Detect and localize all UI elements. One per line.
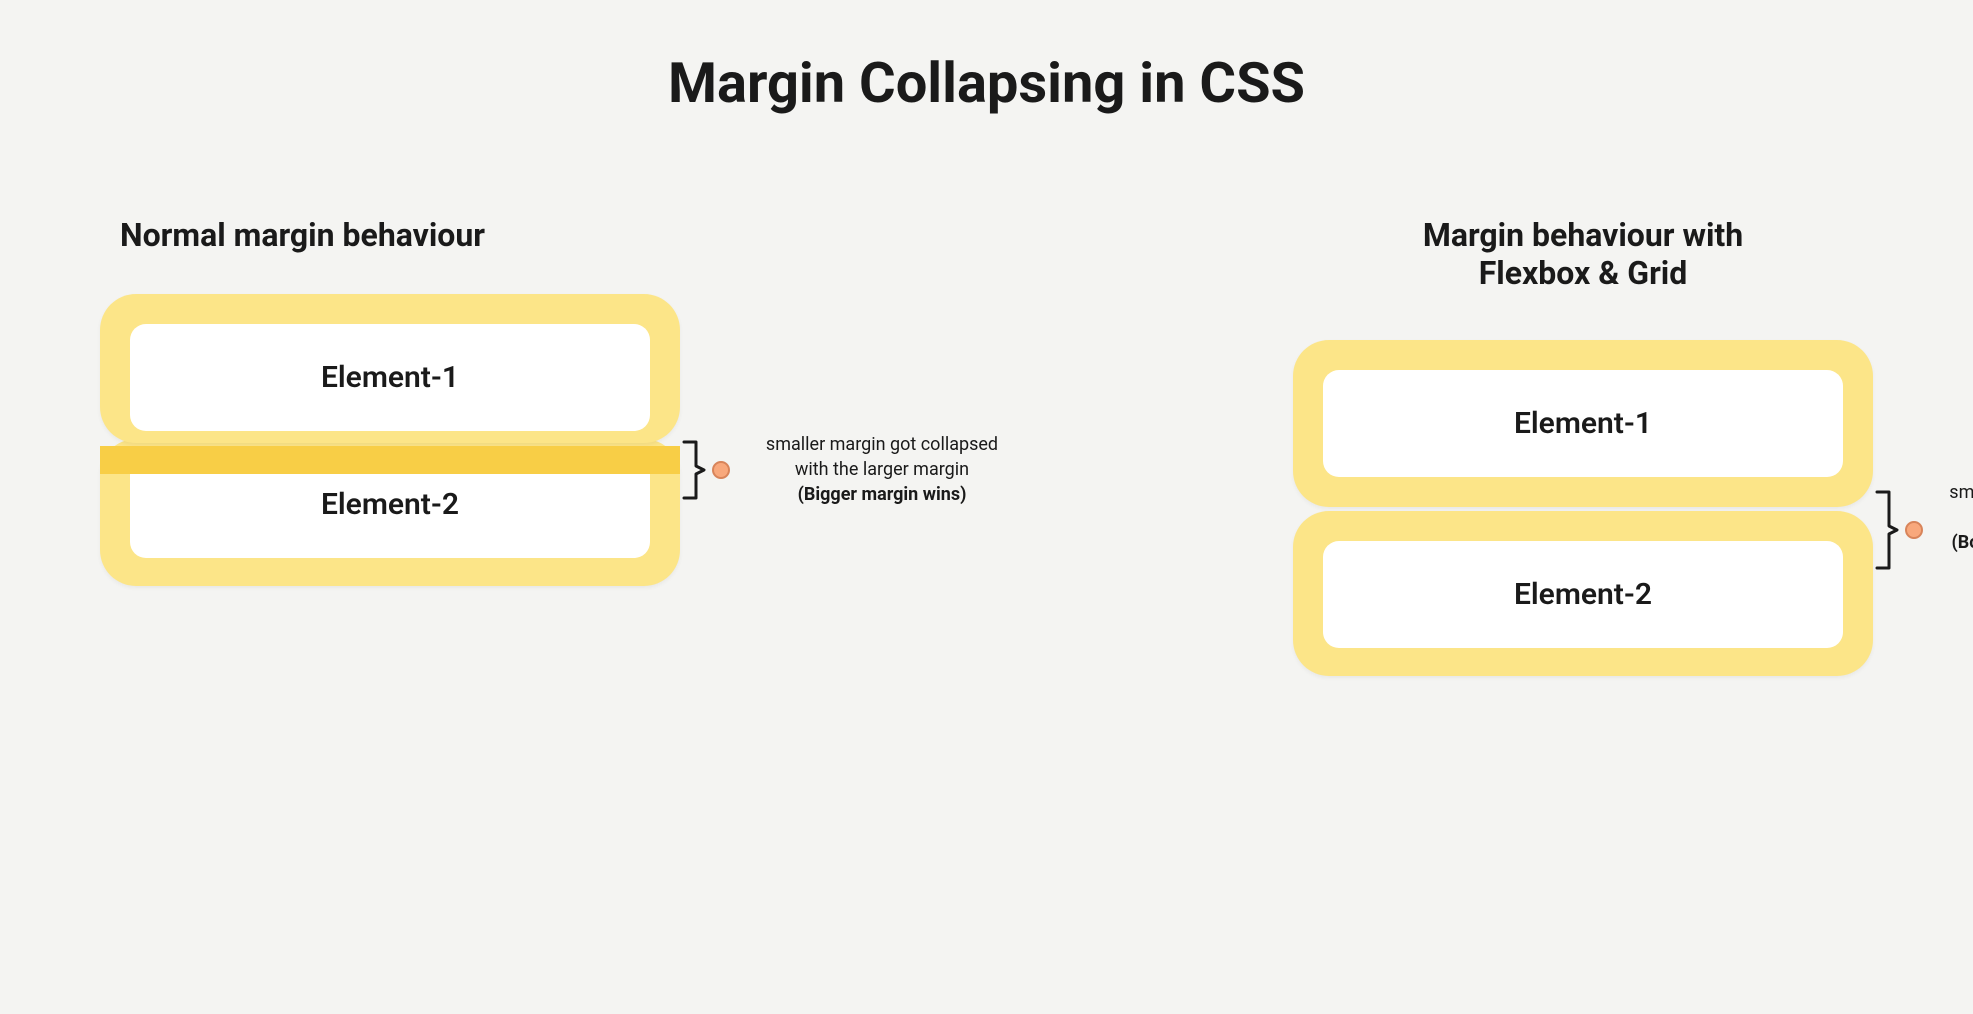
right-outer-box-top: Element-1 — [1293, 340, 1873, 507]
callout-text-bold: (Both margin values get added — [1951, 532, 1973, 553]
normal-margin-diagram: Normal margin behaviour Element-1 Elemen… — [100, 216, 680, 676]
right-outer-box-bottom: Element-2 — [1293, 511, 1873, 676]
left-element-1: Element-1 — [130, 324, 650, 431]
bracket-icon — [682, 440, 706, 500]
left-callout: smaller margin got collapsed with the la… — [682, 432, 1022, 508]
right-element-1: Element-1 — [1323, 370, 1843, 477]
right-subtitle: Margin behaviour with Flexbox & Grid — [1293, 216, 1873, 292]
callout-text-line: with the larger margin — [795, 459, 969, 480]
page-title: Margin Collapsing in CSS — [60, 50, 1913, 116]
bracket-icon — [1875, 490, 1899, 570]
left-callout-text: smaller margin got collapsed with the la… — [742, 432, 1022, 508]
diagrams-container: Normal margin behaviour Element-1 Elemen… — [60, 216, 1913, 676]
right-callout-text: smaller margin gets added with the large… — [1935, 480, 1973, 581]
callout-text-bold: (Bigger margin wins) — [798, 484, 967, 505]
left-box-stack: Element-1 Element-2 smaller margin got c… — [100, 294, 680, 586]
right-element-2: Element-2 — [1323, 541, 1843, 648]
collapsed-margin-bar — [100, 446, 680, 474]
callout-dot-icon — [712, 461, 730, 479]
left-outer-box-top: Element-1 — [100, 294, 680, 443]
left-subtitle: Normal margin behaviour — [100, 216, 680, 254]
right-box-stack: Element-1 Element-2 smaller margin gets … — [1293, 340, 1873, 676]
subtitle-line: Flexbox & Grid — [1479, 254, 1688, 292]
flexbox-grid-margin-diagram: Margin behaviour with Flexbox & Grid Ele… — [1293, 216, 1873, 676]
callout-text-line: smaller margin gets added with — [1949, 482, 1973, 503]
callout-dot-icon — [1905, 521, 1923, 539]
callout-text-line: smaller margin got collapsed — [766, 434, 998, 455]
right-callout: smaller margin gets added with the large… — [1875, 480, 1973, 581]
subtitle-line: Margin behaviour with — [1423, 216, 1743, 254]
